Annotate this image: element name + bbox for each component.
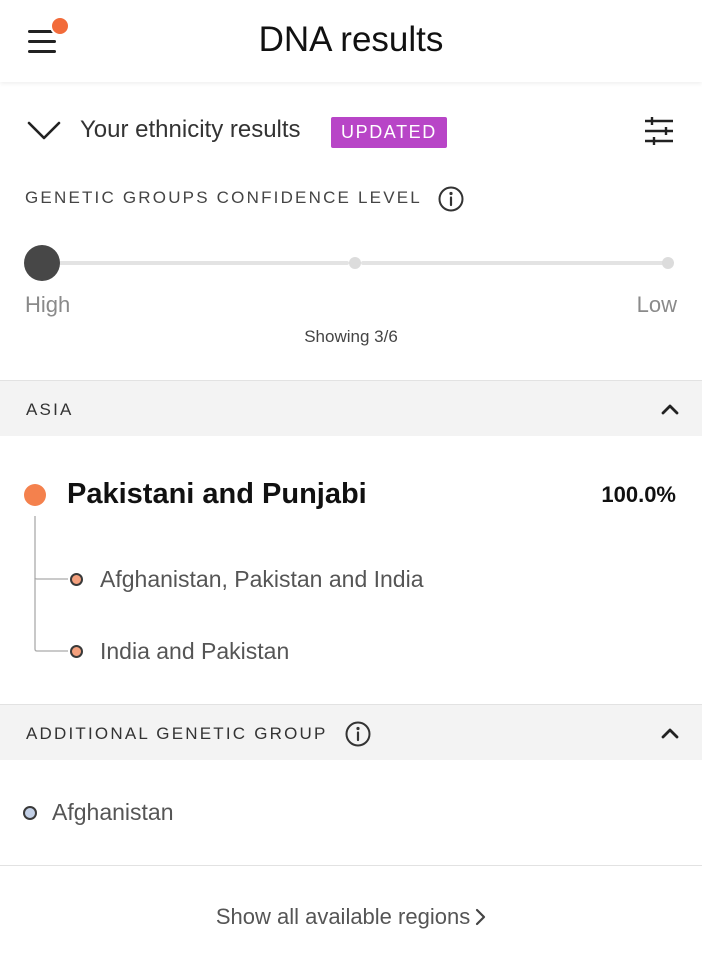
- section-header-additional[interactable]: ADDITIONAL GENETIC GROUP: [0, 704, 702, 760]
- additional-group-item[interactable]: Afghanistan: [52, 799, 173, 826]
- subregion-dot: [70, 573, 83, 586]
- sliders-icon[interactable]: [640, 114, 678, 148]
- subregion-tree-lines: [34, 516, 68, 652]
- subregion-item[interactable]: India and Pakistan: [100, 638, 289, 665]
- confidence-level-label: GENETIC GROUPS CONFIDENCE LEVEL: [25, 188, 422, 207]
- subregion-dot: [70, 645, 83, 658]
- additional-group-dot: [23, 806, 37, 820]
- region-color-dot: [24, 484, 46, 506]
- subregion-item[interactable]: Afghanistan, Pakistan and India: [100, 566, 424, 593]
- divider: [0, 865, 702, 866]
- section-header-asia[interactable]: ASIA: [0, 380, 702, 436]
- section-label: ASIA: [26, 400, 74, 419]
- updated-badge: UPDATED: [331, 117, 447, 148]
- chevron-down-icon[interactable]: [26, 118, 62, 142]
- region-name[interactable]: Pakistani and Punjabi: [67, 478, 367, 511]
- show-all-regions-label: Show all available regions: [215, 904, 471, 929]
- showing-count: Showing 3/6: [304, 327, 398, 346]
- confidence-slider[interactable]: [24, 244, 684, 282]
- slider-step-low[interactable]: [662, 257, 674, 269]
- caret-up-icon: [661, 404, 679, 415]
- region-percent: 100.0%: [601, 482, 676, 507]
- app-header: DNA results: [0, 0, 702, 82]
- page-title: DNA results: [258, 20, 444, 59]
- chevron-right-icon: [476, 908, 486, 926]
- ethnicity-results-row: Your ethnicity results UPDATED: [0, 104, 702, 160]
- slider-thumb[interactable]: [24, 245, 60, 281]
- section-label: ADDITIONAL GENETIC GROUP: [26, 724, 328, 743]
- slider-low-label: Low: [636, 292, 677, 317]
- info-icon[interactable]: [344, 720, 372, 748]
- info-icon[interactable]: [437, 185, 465, 213]
- slider-high-label: High: [25, 292, 71, 317]
- caret-up-icon: [661, 728, 679, 739]
- show-all-regions-link[interactable]: Show all available regions: [0, 904, 702, 930]
- ethnicity-results-label: Your ethnicity results: [80, 116, 301, 143]
- slider-step-medium[interactable]: [349, 257, 361, 269]
